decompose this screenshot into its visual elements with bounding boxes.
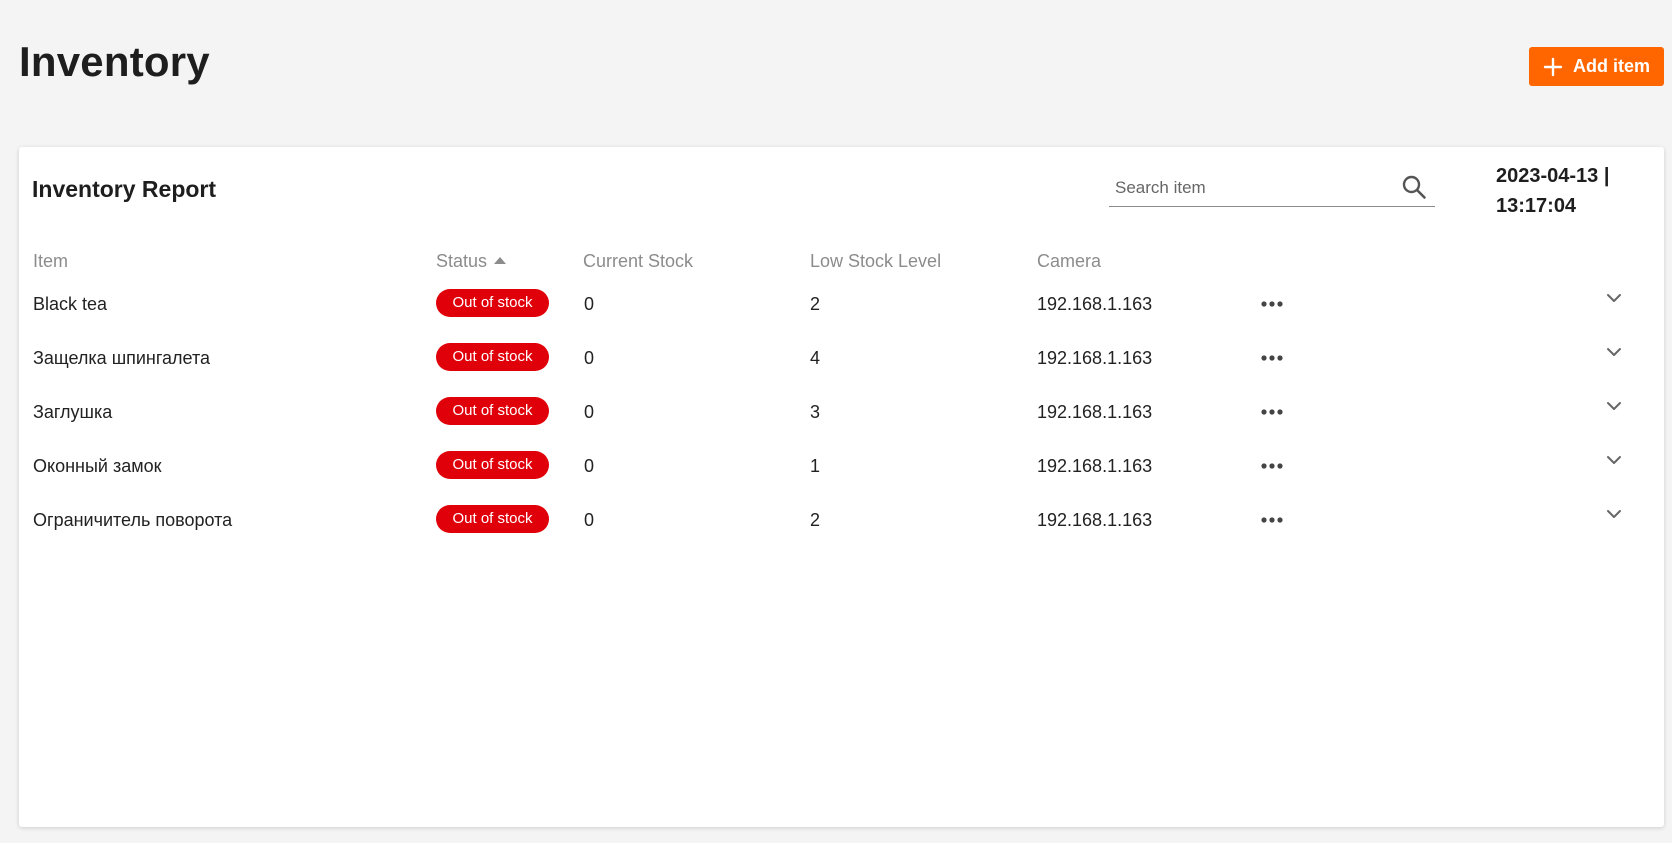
search-box	[1109, 170, 1435, 207]
chevron-down-icon[interactable]	[1604, 504, 1624, 524]
report-title: Inventory Report	[32, 176, 217, 202]
camera-ip: 192.168.1.163	[1037, 456, 1153, 476]
low-stock-level: 4	[810, 348, 821, 368]
item-name: Защелка шпингалета	[33, 348, 211, 368]
current-stock: 0	[584, 402, 595, 422]
search-icon[interactable]	[1401, 174, 1427, 200]
search-input[interactable]	[1115, 174, 1395, 202]
column-header-status[interactable]: Status	[436, 250, 507, 272]
camera-ip: 192.168.1.163	[1037, 348, 1153, 368]
current-stock: 0	[584, 348, 595, 368]
item-name: Ограничитель поворота	[33, 510, 233, 530]
more-horizontal-icon[interactable]	[1260, 296, 1284, 312]
column-header-item[interactable]: Item	[33, 250, 68, 272]
chevron-down-icon[interactable]	[1604, 342, 1624, 362]
low-stock-level: 2	[810, 294, 821, 314]
low-stock-level: 2	[810, 510, 821, 530]
column-header-item-label: Item	[33, 251, 69, 271]
status-badge: Out of stock	[436, 505, 549, 533]
status-badge: Out of stock	[436, 397, 549, 425]
item-name: Black tea	[33, 294, 108, 314]
chevron-down-icon[interactable]	[1604, 396, 1624, 416]
table-row[interactable]: Оконный замок Out of stock 0 1 192.168.1…	[19, 446, 1664, 486]
column-header-camera-label: Camera	[1037, 251, 1102, 271]
status-badge: Out of stock	[436, 289, 549, 317]
page-title: Inventory	[19, 38, 210, 85]
low-stock-level: 1	[810, 456, 821, 476]
report-time: 13:17:04	[1496, 195, 1577, 217]
item-name: Заглушка	[33, 402, 113, 422]
more-horizontal-icon[interactable]	[1260, 404, 1284, 420]
chevron-down-icon[interactable]	[1604, 450, 1624, 470]
current-stock: 0	[584, 294, 595, 314]
inventory-report-card: Inventory Report 2023-04-13 | 13:17:04 I…	[19, 147, 1664, 827]
camera-ip: 192.168.1.163	[1037, 402, 1153, 422]
table-row[interactable]: Black tea Out of stock 0 2 192.168.1.163	[19, 284, 1664, 324]
chevron-down-icon[interactable]	[1604, 288, 1624, 308]
sort-ascending-icon	[494, 257, 507, 264]
camera-ip: 192.168.1.163	[1037, 294, 1153, 314]
more-horizontal-icon[interactable]	[1260, 350, 1284, 366]
status-badge: Out of stock	[436, 343, 549, 371]
status-badge: Out of stock	[436, 451, 549, 479]
more-horizontal-icon[interactable]	[1260, 512, 1284, 528]
low-stock-level: 3	[810, 402, 821, 422]
table-row[interactable]: Ограничитель поворота Out of stock 0 2 1…	[19, 500, 1664, 540]
column-header-current-stock-label: Current Stock	[583, 251, 694, 271]
plus-icon	[1543, 57, 1563, 76]
camera-ip: 192.168.1.163	[1037, 510, 1153, 530]
more-horizontal-icon[interactable]	[1260, 458, 1284, 474]
add-item-button[interactable]: Add item	[1529, 47, 1664, 86]
current-stock: 0	[584, 510, 595, 530]
report-date: 2023-04-13 |	[1496, 165, 1610, 187]
table-row[interactable]: Защелка шпингалета Out of stock 0 4 192.…	[19, 338, 1664, 378]
column-header-low-stock-level-label: Low Stock Level	[810, 251, 942, 271]
add-item-label: Add item	[1572, 56, 1650, 76]
column-header-camera[interactable]: Camera	[1037, 250, 1101, 272]
column-header-status-label: Status	[436, 251, 488, 271]
current-stock: 0	[584, 456, 595, 476]
table-row[interactable]: Заглушка Out of stock 0 3 192.168.1.163	[19, 392, 1664, 432]
report-datetime: 2023-04-13 | 13:17:04	[1496, 161, 1656, 221]
column-header-low-stock-level[interactable]: Low Stock Level	[810, 250, 941, 272]
item-name: Оконный замок	[33, 456, 162, 476]
column-header-current-stock[interactable]: Current Stock	[583, 250, 693, 272]
